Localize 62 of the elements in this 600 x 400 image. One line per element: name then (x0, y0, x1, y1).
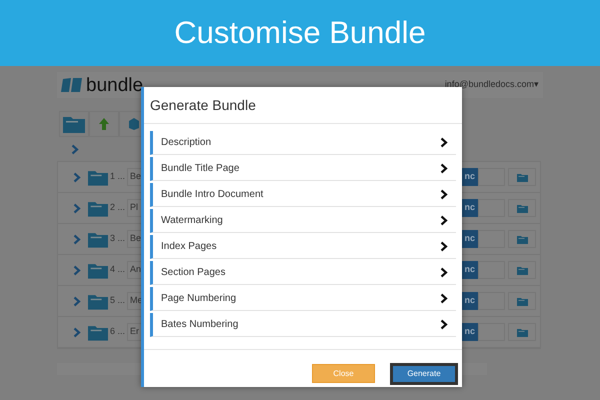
option-item[interactable]: Bundle Title Page (150, 157, 456, 181)
folder-icon (88, 230, 108, 248)
bundle-number: 4 ... (110, 263, 126, 276)
logo-icon (61, 77, 83, 93)
chevron-right-icon (73, 264, 81, 276)
toggle-field[interactable] (478, 292, 505, 310)
folder-icon (516, 234, 528, 244)
chevron-right-icon (440, 293, 448, 304)
open-folder-button[interactable] (508, 199, 536, 217)
bundle-number: 5 ... (110, 294, 126, 308)
open-folder-button[interactable] (508, 230, 536, 248)
option-item[interactable]: Description (150, 131, 456, 155)
banner-title: Customise Bundle (174, 14, 426, 52)
option-item[interactable]: Section Pages (150, 261, 456, 285)
chevron-right-icon (440, 137, 448, 148)
chevron-right-icon (73, 326, 81, 338)
chevron-right-icon (440, 267, 448, 278)
bundle-number: 6 ... (110, 325, 126, 338)
bundle-number: 3 ... (110, 232, 126, 246)
open-folder-button[interactable] (508, 323, 536, 341)
toggle-field[interactable] (478, 261, 505, 279)
bundle-number: 2 ... (110, 201, 126, 214)
toggle-field[interactable] (478, 230, 505, 248)
folder-icon (88, 262, 108, 278)
chevron-right-icon (71, 144, 79, 154)
generate-button[interactable]: Generate (390, 363, 458, 385)
chevron-right-icon (73, 296, 81, 306)
option-item[interactable]: Bundle Intro Document (150, 183, 456, 207)
folder-icon (516, 266, 528, 274)
folder-icon (88, 292, 108, 310)
chevron-right-icon (440, 319, 448, 330)
folder-icon (516, 204, 528, 212)
dialog-title: Generate Bundle (150, 96, 256, 114)
chevron-right-icon (440, 241, 448, 252)
option-item[interactable]: Index Pages (150, 235, 456, 259)
toggle-field[interactable] (478, 199, 505, 217)
folder-icon (88, 324, 108, 340)
account-menu[interactable]: info@bundledocs.com▾ (444, 78, 539, 92)
folder-icon (516, 328, 528, 336)
folder-icon (88, 168, 108, 186)
open-folder-button[interactable] (508, 261, 536, 279)
bundle-number: 1 ... (110, 170, 126, 184)
chevron-right-icon (440, 215, 448, 226)
toggle-field[interactable] (478, 168, 505, 186)
logo-text: bundle (86, 76, 144, 94)
chevron-right-icon (440, 189, 448, 200)
new-folder-button[interactable] (59, 111, 89, 137)
option-item[interactable]: Watermarking (150, 209, 456, 233)
folder-icon (63, 115, 85, 133)
chevron-right-icon (440, 163, 448, 174)
folder-icon (516, 172, 528, 182)
folder-icon (88, 200, 108, 216)
toggle-field[interactable] (478, 323, 505, 341)
folder-icon (516, 296, 528, 306)
open-folder-button[interactable] (508, 168, 536, 186)
upload-icon (98, 117, 110, 131)
open-folder-button[interactable] (508, 292, 536, 310)
chevron-right-icon (73, 202, 81, 214)
option-item[interactable]: Page Numbering (150, 287, 456, 311)
option-item[interactable]: Bates Numbering (150, 313, 456, 337)
chevron-right-icon (73, 172, 81, 182)
chevron-right-icon (73, 234, 81, 244)
